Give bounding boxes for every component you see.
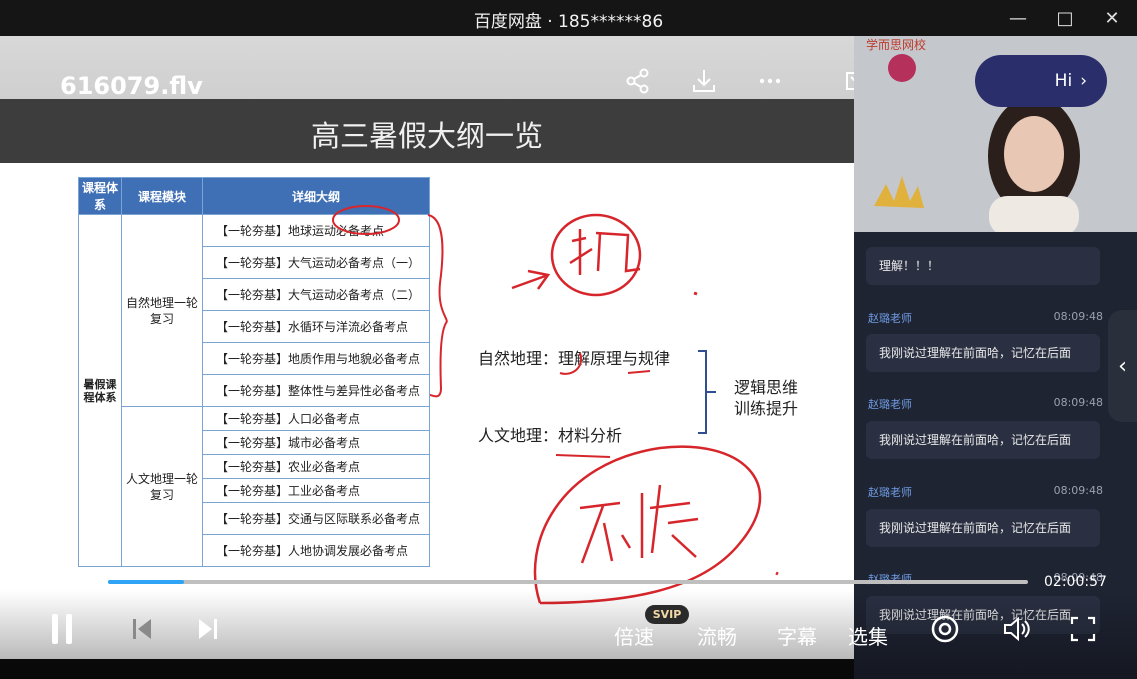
current-time: 00:10:03 [30,574,93,590]
total-time: 02:00:57 [1044,574,1107,590]
skip-forward-icon [199,619,217,639]
pip-button[interactable] [840,64,854,98]
pip-icon [846,72,854,90]
slide-body: 课程体系 课程模块 详细大纲 暑假课程体系 自然地理一轮复习 【一轮夯基】地球运… [0,163,854,659]
quality-button[interactable]: 流畅 [697,621,737,650]
maximize-icon: □ [1056,7,1074,29]
eye-icon [931,615,959,643]
minimize-icon: — [1009,7,1027,29]
window-titlebar: 百度网盘 · 185******86 — □ ✕ [0,0,1137,36]
chat-message: 理解！！！ [866,247,1100,285]
pause-button[interactable] [45,612,79,646]
chevron-left-icon: ‹ [1118,353,1127,379]
chat-author: 赵璐老师 [868,312,912,325]
episodes-button[interactable]: 选集 [848,621,888,650]
volume-button[interactable] [999,612,1033,646]
handwriting-annotations [332,205,779,605]
slide-title: 高三暑假大纲一览 [310,119,543,153]
chat-author: 赵璐老师 [868,571,912,587]
chat-author: 赵璐老师 [868,486,912,499]
skip-back-icon [133,619,151,639]
slide-header: 高三暑假大纲一览 [0,99,854,163]
more-button[interactable] [753,64,787,98]
chat-time: 08:09:48 [1053,484,1103,497]
view-mode-button[interactable] [928,612,962,646]
chat-author: 赵璐老师 [868,398,912,411]
chat-message: 我刚说过理解在前面哈，记忆在后面 [866,334,1100,372]
chevron-right-icon: › [1080,71,1087,91]
minimize-button[interactable]: — [1003,4,1033,32]
video-filename: 616079.flv [60,72,203,100]
fullscreen-button[interactable] [1066,612,1100,646]
chat-time: 08:09:48 [1053,310,1103,323]
download-icon [693,70,715,92]
progress-fill [108,580,185,584]
share-icon [626,68,649,94]
close-icon: ✕ [1104,7,1120,29]
volume-icon [1004,616,1030,642]
webcam-watermark: 学而思网校 [866,38,927,52]
more-icon [759,78,781,84]
chat-message: 我刚说过理解在前面哈，记忆在后面 [866,509,1100,547]
video-area[interactable]: 616079.flv 高三暑假大纲一览 课程体系 课程模块 详细大纲 暑假课程体… [0,36,854,659]
progress-bar[interactable] [108,580,1028,584]
collapse-panel-button[interactable]: ‹ [1108,310,1137,422]
window-title: 百度网盘 · 185******86 [473,12,664,32]
assistant-hi-label: Hi [1054,71,1073,91]
pause-icon [52,614,72,644]
assistant-hi-button[interactable]: Hi › [975,55,1107,107]
chat-message: 我刚说过理解在前面哈，记忆在后面 [866,421,1100,459]
previous-button[interactable] [125,612,159,646]
maximize-button[interactable]: □ [1050,4,1080,32]
download-button[interactable] [687,64,721,98]
close-button[interactable]: ✕ [1097,4,1127,32]
share-button[interactable] [621,64,655,98]
speed-button[interactable]: 倍速 [614,621,654,650]
chat-message: 我刚说过理解在前面哈，记忆在后面 [866,596,1100,634]
fullscreen-icon [1070,616,1096,642]
next-button[interactable] [191,612,225,646]
subtitle-button[interactable]: 字幕 [777,621,817,650]
chat-time: 08:09:48 [1053,396,1103,409]
